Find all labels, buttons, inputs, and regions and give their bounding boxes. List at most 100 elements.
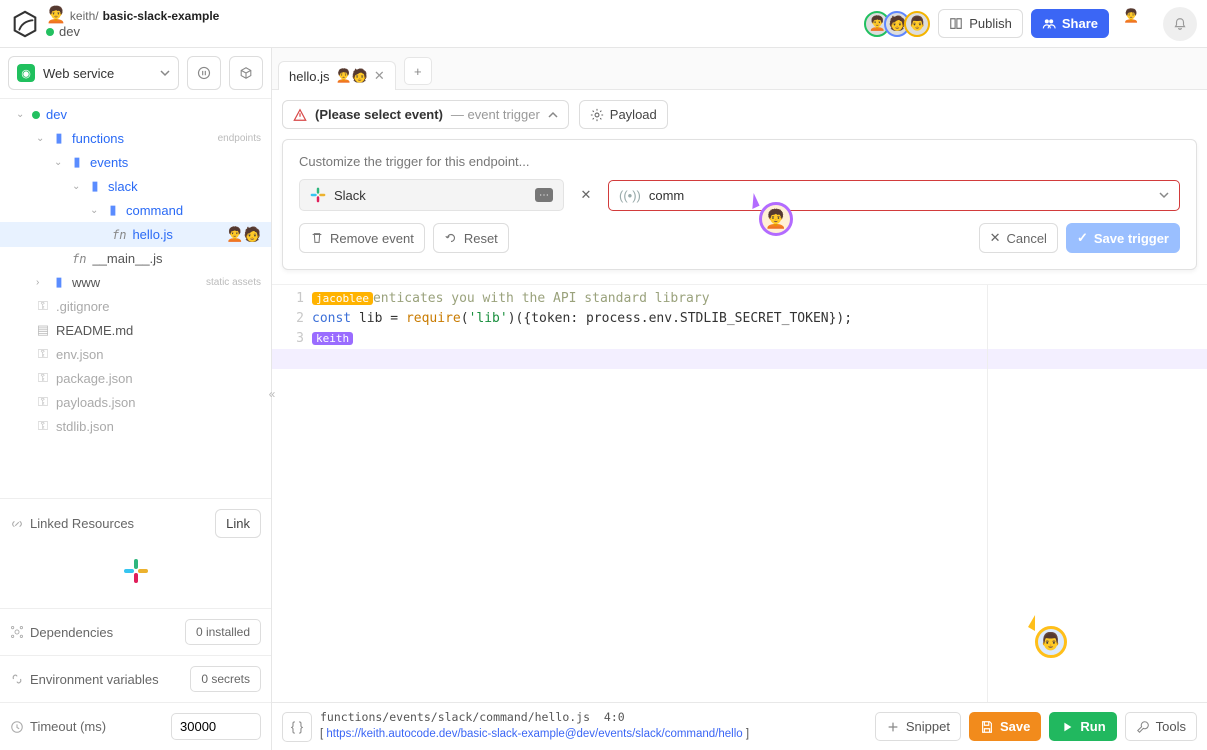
tree-branch-dev[interactable]: ⌄dev	[0, 103, 271, 126]
save-button[interactable]: Save	[969, 712, 1041, 741]
collapse-sidebar-handle[interactable]: «	[264, 378, 280, 410]
status-path-block: functions/events/slack/command/hello.js …	[320, 710, 749, 742]
pause-button[interactable]	[187, 56, 221, 90]
bell-icon	[1173, 17, 1187, 31]
presence-avatars: 🧑‍🦱 🧑 👨	[870, 11, 930, 37]
chevron-down-icon	[160, 68, 170, 78]
lock-icon: ⚿	[36, 418, 50, 434]
trigger-event-select[interactable]: ((•)) comm	[608, 180, 1180, 211]
env-count[interactable]: 0 secrets	[190, 666, 261, 692]
trigger-instructions: Customize the trigger for this endpoint.…	[299, 154, 1180, 169]
tools-button[interactable]: Tools	[1125, 712, 1197, 741]
tree-folder-slack[interactable]: ⌄▮slack	[0, 174, 271, 198]
clear-source-button[interactable]: ✕	[572, 180, 600, 210]
folder-icon: ▮	[106, 202, 120, 218]
app-logo[interactable]	[10, 9, 40, 39]
lock-icon: ⚿	[36, 394, 50, 410]
lock-icon: ⚿	[36, 370, 50, 386]
share-button[interactable]: Share	[1031, 9, 1109, 38]
remote-cursor-avatar: 👨	[1035, 626, 1067, 658]
link-resource-button[interactable]: Link	[215, 509, 261, 538]
status-dot	[46, 28, 54, 36]
book-icon	[949, 17, 963, 31]
tab-hello[interactable]: hello.js 🧑‍🦱🧑 ✕	[278, 61, 396, 90]
tab-presence-icon: 🧑‍🦱🧑	[335, 68, 367, 84]
lock-icon: ⚿	[36, 298, 50, 314]
link-icon	[10, 517, 24, 531]
linked-resources-title: Linked Resources	[30, 516, 134, 531]
payload-button[interactable]: Payload	[579, 100, 668, 129]
trigger-source-label: Slack	[334, 188, 366, 203]
remove-event-button[interactable]: Remove event	[299, 223, 425, 253]
event-selector[interactable]: (Please select event) — event trigger	[282, 100, 569, 129]
timeout-input[interactable]	[171, 713, 261, 740]
event-sub: — event trigger	[451, 107, 540, 122]
tree-file-main[interactable]: fn__main__.js	[0, 247, 271, 270]
repo-breadcrumb: 🧑‍🦱 keith/basic-slack-example dev	[46, 8, 219, 40]
tree-file-packagejson[interactable]: ⚿package.json	[0, 366, 271, 390]
tree-file-stdlibjson[interactable]: ⚿stdlib.json	[0, 414, 271, 438]
service-badge-icon: ◉	[17, 64, 35, 82]
json-icon[interactable]: { }	[282, 712, 312, 742]
trigger-event-value: comm	[649, 188, 684, 203]
folder-icon: ▮	[88, 178, 102, 194]
box-button[interactable]	[229, 56, 263, 90]
avatar-icon: 🧑‍🦱	[46, 8, 66, 24]
trigger-panel: Customize the trigger for this endpoint.…	[282, 139, 1197, 270]
disk-icon	[980, 720, 994, 734]
trash-icon	[310, 231, 324, 245]
payload-label: Payload	[610, 107, 657, 122]
endpoint-url[interactable]: https://keith.autocode.dev/basic-slack-e…	[326, 728, 742, 740]
pause-icon	[197, 66, 211, 80]
clock-icon	[10, 720, 24, 734]
tree-folder-functions[interactable]: ⌄▮functionsendpoints	[0, 126, 271, 150]
tree-file-hello[interactable]: fnhello.js🧑‍🦱🧑	[0, 222, 271, 247]
broadcast-icon: ((•))	[619, 188, 641, 203]
notifications-button[interactable]	[1163, 7, 1197, 41]
user-avatar[interactable]: 🧑‍🦱	[1123, 8, 1155, 40]
publish-label: Publish	[969, 16, 1012, 31]
slack-icon	[310, 187, 326, 203]
deps-count[interactable]: 0 installed	[185, 619, 261, 645]
linked-slack-resource[interactable]	[10, 544, 261, 598]
undo-icon	[444, 231, 458, 245]
plus-icon	[886, 720, 900, 734]
env-icon	[10, 672, 24, 686]
tree-file-readme[interactable]: ▤README.md	[0, 318, 271, 342]
cancel-button[interactable]: ✕ Cancel	[979, 223, 1058, 253]
repo-branch: dev	[59, 24, 80, 40]
lock-icon: ⚿	[36, 346, 50, 362]
close-icon[interactable]: ✕	[374, 68, 385, 84]
service-label: Web service	[43, 66, 114, 81]
slack-logo-icon	[123, 558, 149, 584]
repo-owner: keith/	[70, 9, 99, 23]
tree-file-payloadsjson[interactable]: ⚿payloads.json	[0, 390, 271, 414]
people-icon	[1042, 17, 1056, 31]
tree-folder-events[interactable]: ⌄▮events	[0, 150, 271, 174]
tree-folder-www[interactable]: ›▮wwwstatic assets	[0, 270, 271, 294]
publish-button[interactable]: Publish	[938, 9, 1023, 38]
deps-icon	[10, 625, 24, 639]
service-selector[interactable]: ◉ Web service	[8, 56, 179, 90]
box-icon	[239, 66, 253, 80]
timeout-label: Timeout (ms)	[30, 719, 106, 734]
tree-folder-command[interactable]: ⌄▮command	[0, 198, 271, 222]
chevron-down-icon	[1159, 190, 1169, 200]
reset-button[interactable]: Reset	[433, 223, 509, 253]
close-icon: ✕	[990, 230, 1001, 246]
remote-cursor-avatar: 🧑‍🦱	[759, 202, 793, 236]
save-trigger-button[interactable]: ✓ Save trigger	[1066, 223, 1180, 253]
snippet-button[interactable]: Snippet	[875, 712, 961, 741]
gear-icon	[590, 108, 604, 122]
env-label: Environment variables	[30, 672, 159, 687]
more-icon: ⋯	[535, 188, 553, 202]
new-tab-button[interactable]: +	[404, 57, 432, 85]
tree-file-gitignore[interactable]: ⚿.gitignore	[0, 294, 271, 318]
play-icon	[1060, 720, 1074, 734]
trigger-source[interactable]: Slack ⋯	[299, 179, 564, 211]
run-button[interactable]: Run	[1049, 712, 1116, 741]
code-text: enticates you with the API standard libr…	[373, 291, 710, 306]
tree-file-envjson[interactable]: ⚿env.json	[0, 342, 271, 366]
event-prompt: (Please select event)	[315, 107, 443, 122]
wrench-icon	[1136, 720, 1150, 734]
